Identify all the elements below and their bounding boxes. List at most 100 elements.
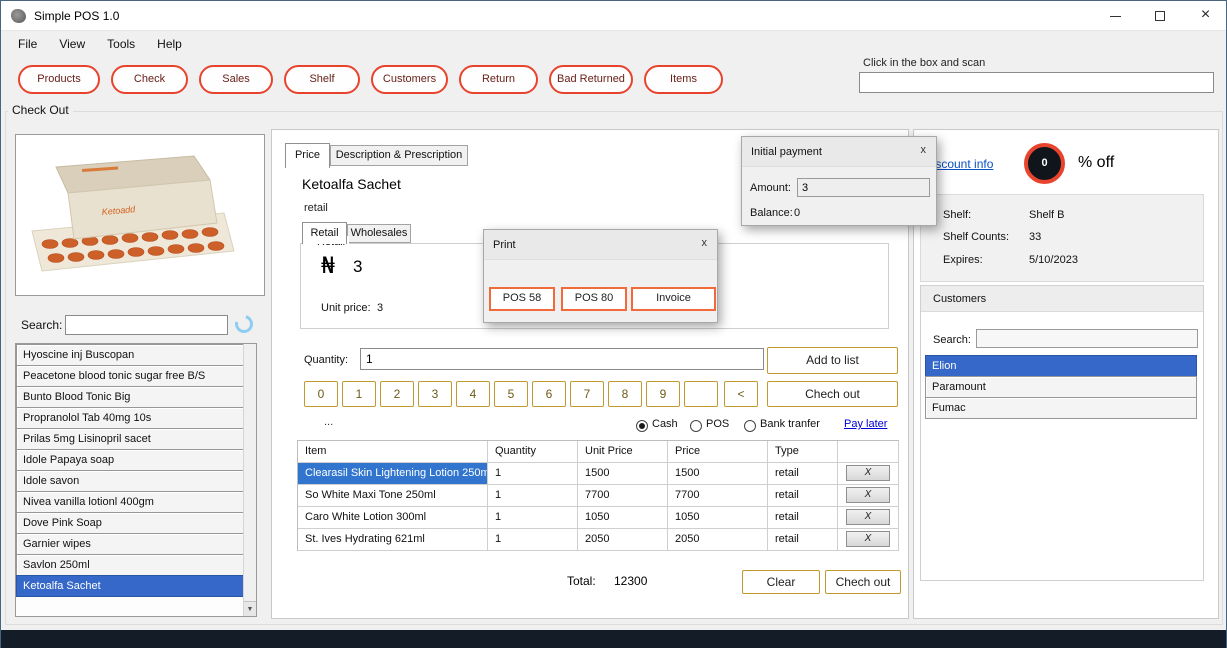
quantity-label: Quantity: xyxy=(304,354,348,366)
numpad-button-6[interactable]: 6 xyxy=(532,381,566,407)
toolbar-button-sales[interactable]: Sales xyxy=(199,65,273,94)
customers-title: Customers xyxy=(921,286,1203,312)
check-out-button-bottom[interactable]: Chech out xyxy=(825,570,901,594)
remove-row-button[interactable]: X xyxy=(846,531,890,547)
product-list-scrollbar[interactable]: ▼ xyxy=(243,344,256,616)
menu-item-view[interactable]: View xyxy=(48,32,96,56)
radio-pos-label[interactable]: POS xyxy=(706,418,729,430)
product-list-item[interactable]: Garnier wipes xyxy=(16,533,244,555)
menu-item-help[interactable]: Help xyxy=(146,32,193,56)
numpad-button-4[interactable]: 4 xyxy=(456,381,490,407)
numpad-button-8[interactable]: 8 xyxy=(608,381,642,407)
invoice-button[interactable]: Invoice xyxy=(631,287,716,311)
numpad-button-blank[interactable] xyxy=(684,381,718,407)
table-cell-quantity: 1 xyxy=(488,507,578,529)
toolbar-button-products[interactable]: Products xyxy=(18,65,100,94)
table-cell-item[interactable]: Caro White Lotion 300ml xyxy=(298,507,488,529)
numpad-button-0[interactable]: 0 xyxy=(304,381,338,407)
customer-list-item-selected[interactable]: Elion xyxy=(925,355,1197,377)
toolbar-button-shelf[interactable]: Shelf xyxy=(284,65,360,94)
menu-item-file[interactable]: File xyxy=(7,32,48,56)
table-cell-unit-price: 1050 xyxy=(578,507,668,529)
toolbar-button-items[interactable]: Items xyxy=(644,65,723,94)
tab-retail[interactable]: Retail xyxy=(302,222,347,244)
tab-price[interactable]: Price xyxy=(285,143,330,168)
product-list-item[interactable]: Bunto Blood Tonic Big xyxy=(16,386,244,408)
numpad-button-3[interactable]: 3 xyxy=(418,381,452,407)
tab-wholesales[interactable]: Wholesales xyxy=(347,224,411,243)
numpad-backspace-button[interactable]: < xyxy=(724,381,758,407)
scan-input[interactable] xyxy=(859,72,1214,93)
clear-button[interactable]: Clear xyxy=(742,570,820,594)
product-list-item[interactable]: Propranolol Tab 40mg 10s xyxy=(16,407,244,429)
numpad-button-9[interactable]: 9 xyxy=(646,381,680,407)
numpad-button-7[interactable]: 7 xyxy=(570,381,604,407)
checkout-group-label: Check Out xyxy=(8,103,73,117)
toolbar-button-customers[interactable]: Customers xyxy=(371,65,448,94)
radio-pos[interactable] xyxy=(690,420,702,432)
product-list-item[interactable]: Prilas 5mg Lisinopril sacet xyxy=(16,428,244,450)
numpad-button-1[interactable]: 1 xyxy=(342,381,376,407)
product-list-item[interactable]: Savlon 250ml xyxy=(16,554,244,576)
total-value: 12300 xyxy=(614,574,647,588)
pos-80-button[interactable]: POS 80 xyxy=(561,287,627,311)
table-cell-quantity: 1 xyxy=(488,529,578,551)
table-cell-item[interactable]: Clearasil Skin Lightening Lotion 250ml xyxy=(298,463,488,485)
initial-payment-dialog: Initial payment x Amount: Balance: 0 xyxy=(741,136,937,226)
numpad-button-5[interactable]: 5 xyxy=(494,381,528,407)
radio-cash-label[interactable]: Cash xyxy=(652,418,678,430)
table-cell-unit-price: 1500 xyxy=(578,463,668,485)
column-header-type: Type xyxy=(768,441,838,463)
remove-row-button[interactable]: X xyxy=(846,487,890,503)
radio-bank-transfer-label[interactable]: Bank tranfer xyxy=(760,418,820,430)
chevron-down-icon: ▼ xyxy=(247,606,254,613)
maximize-button[interactable] xyxy=(1138,1,1183,31)
pay-later-link[interactable]: Pay later xyxy=(844,418,887,430)
minimize-button[interactable] xyxy=(1093,1,1138,31)
print-dialog-title: Print xyxy=(493,239,516,251)
customer-list-item[interactable]: Paramount xyxy=(925,376,1197,398)
product-list-item[interactable]: Idole Papaya soap xyxy=(16,449,244,471)
remove-row-button[interactable]: X xyxy=(846,465,890,481)
table-cell-quantity: 1 xyxy=(488,485,578,507)
window-title: Simple POS 1.0 xyxy=(34,9,119,23)
radio-bank-transfer[interactable] xyxy=(744,420,756,432)
maximize-icon xyxy=(1155,11,1165,21)
tab-description-prescription[interactable]: Description & Prescription xyxy=(330,145,468,166)
product-list-item[interactable]: Hyoscine inj Buscopan xyxy=(16,344,244,366)
product-list-item[interactable]: Dove Pink Soap xyxy=(16,512,244,534)
add-to-list-button[interactable]: Add to list xyxy=(767,347,898,374)
toolbar-button-return[interactable]: Return xyxy=(459,65,538,94)
product-list-item-selected[interactable]: Ketoalfa Sachet xyxy=(16,575,244,597)
balance-value: 0 xyxy=(794,207,800,219)
toolbar-button-check[interactable]: Check xyxy=(111,65,188,94)
shelf-info-box: Shelf: Shelf B Shelf Counts: 33 Expires:… xyxy=(920,194,1204,282)
payment-dialog-close-button[interactable]: x xyxy=(921,144,927,156)
radio-cash[interactable] xyxy=(636,420,648,432)
table-cell-price: 7700 xyxy=(668,485,768,507)
product-list-item[interactable]: Idole savon xyxy=(16,470,244,492)
customer-search-input[interactable] xyxy=(976,329,1198,348)
menu-item-tools[interactable]: Tools xyxy=(96,32,146,56)
shelf-value: Shelf B xyxy=(1029,209,1064,221)
toolbar-button-bad-returned[interactable]: Bad Returned xyxy=(549,65,633,94)
close-button[interactable]: × xyxy=(1183,1,1227,31)
print-dialog-close-button[interactable]: x xyxy=(702,237,708,249)
table-cell-item[interactable]: St. Ives Hydrating 621ml xyxy=(298,529,488,551)
remove-row-button[interactable]: X xyxy=(846,509,890,525)
scroll-down-button[interactable]: ▼ xyxy=(244,601,256,616)
amount-input[interactable] xyxy=(797,178,930,197)
quantity-input[interactable] xyxy=(360,348,764,370)
table-cell-item[interactable]: So White Maxi Tone 250ml xyxy=(298,485,488,507)
product-list-item[interactable]: Peacetone blood tonic sugar free B/S xyxy=(16,365,244,387)
customer-list-item[interactable]: Fumac xyxy=(925,397,1197,419)
balance-label: Balance: xyxy=(750,207,793,219)
expires-value: 5/10/2023 xyxy=(1029,254,1078,266)
app-icon xyxy=(11,9,26,23)
numpad-button-2[interactable]: 2 xyxy=(380,381,414,407)
product-list-item[interactable]: Nivea vanilla lotionl 400gm xyxy=(16,491,244,513)
product-search-input[interactable] xyxy=(65,315,228,335)
pos-58-button[interactable]: POS 58 xyxy=(489,287,555,311)
discount-badge[interactable]: 0 xyxy=(1024,143,1065,184)
check-out-button-top[interactable]: Chech out xyxy=(767,381,898,407)
